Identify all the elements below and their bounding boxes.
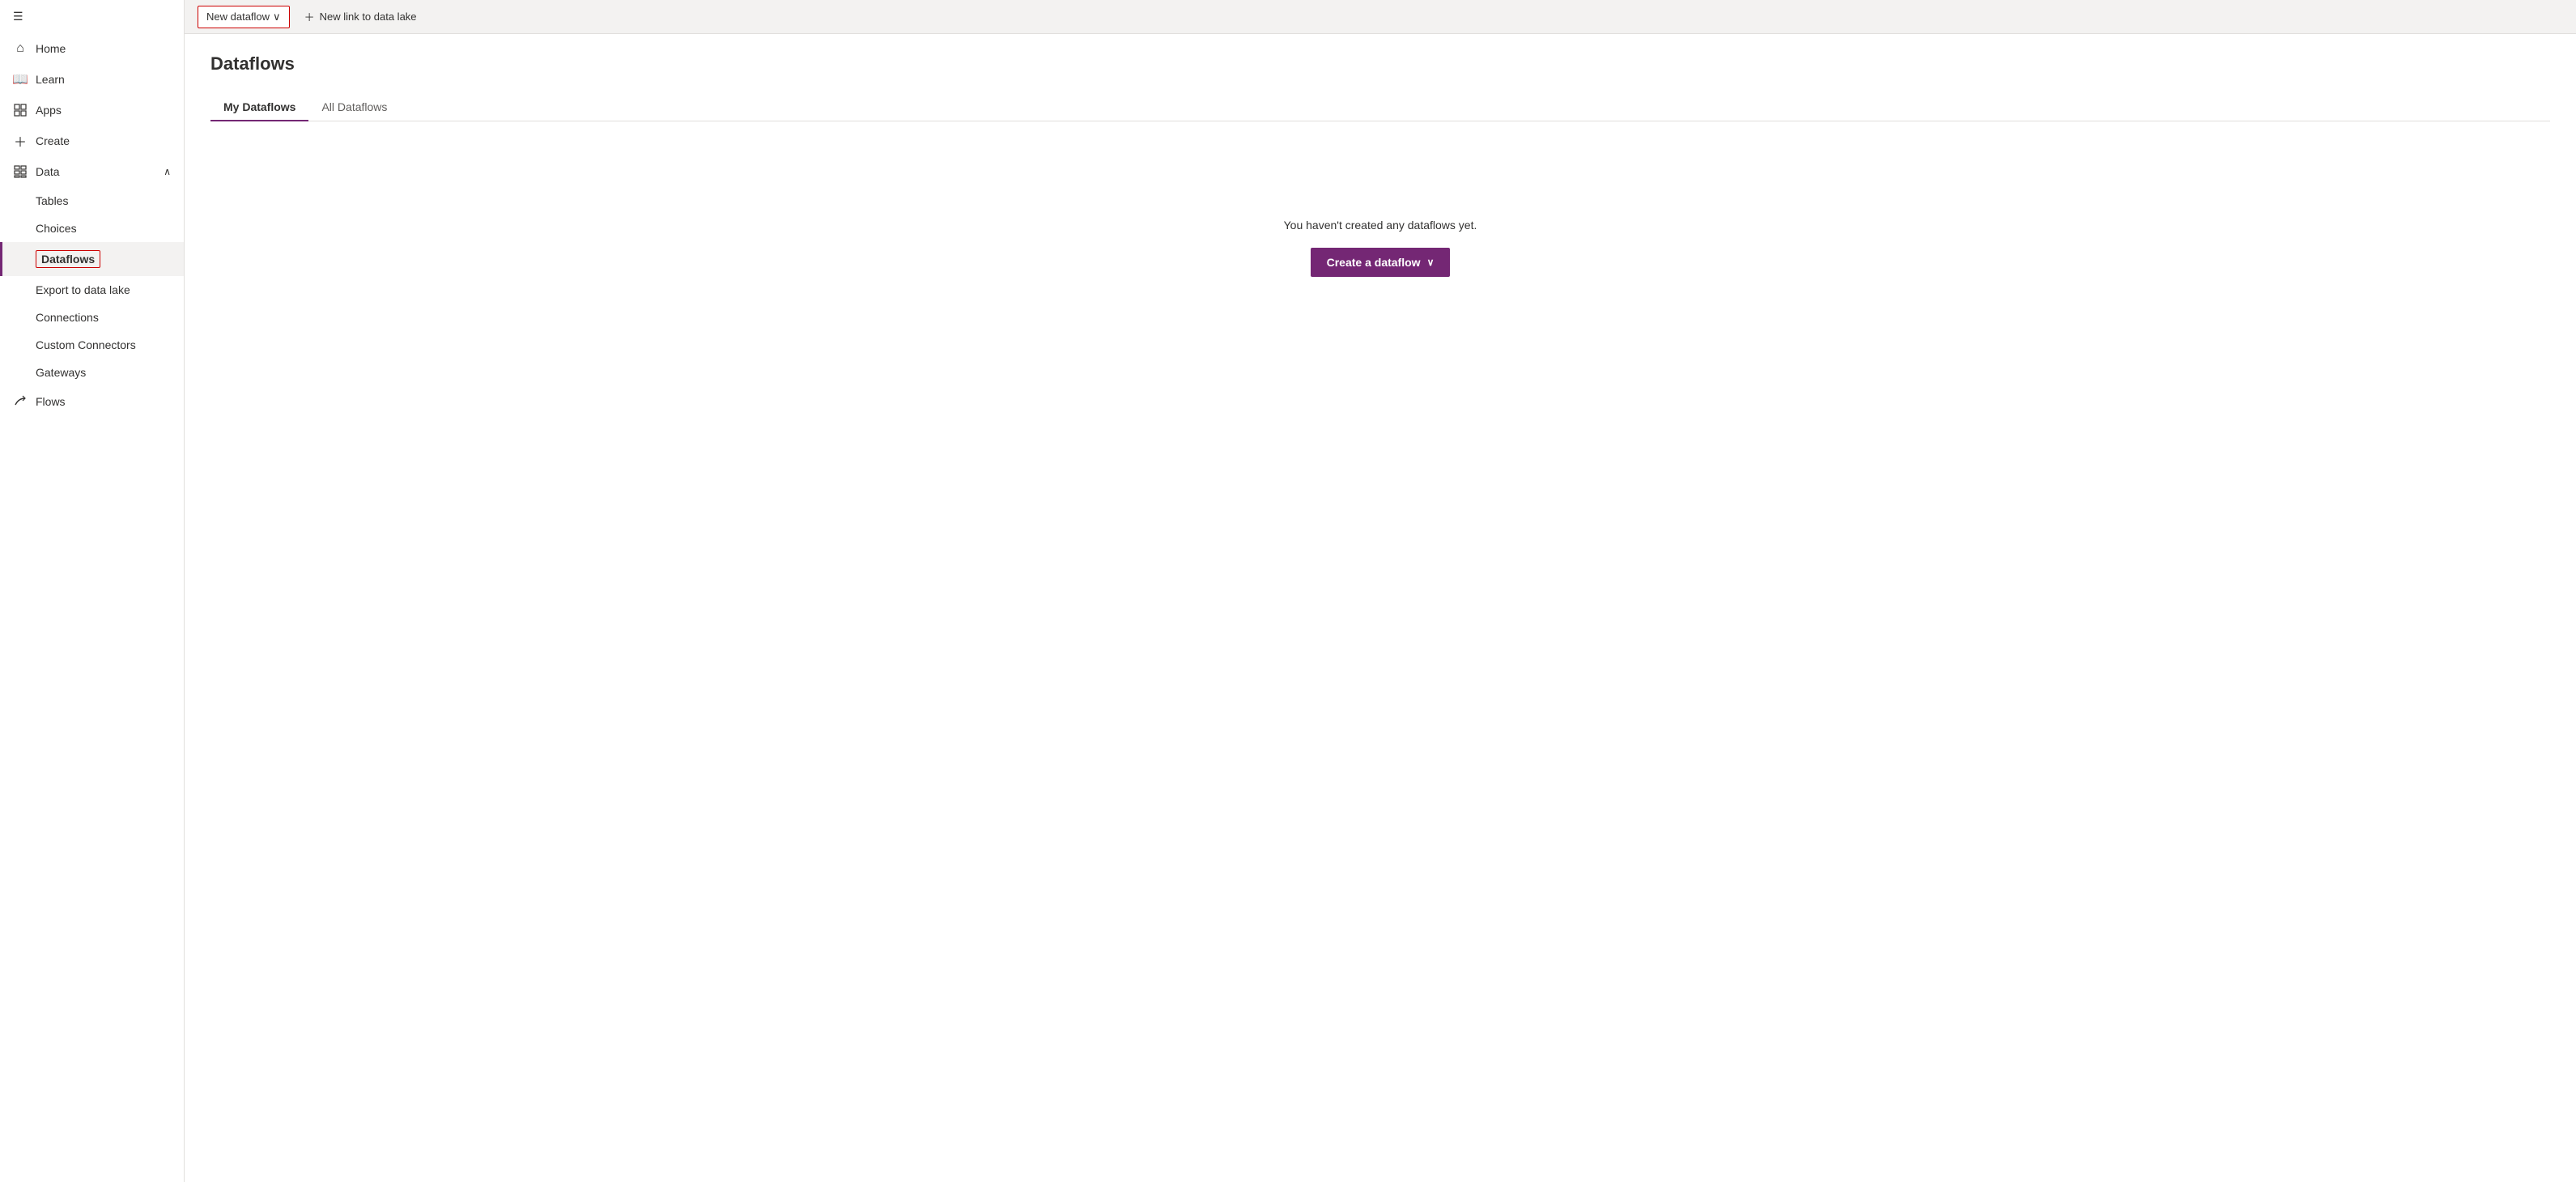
tables-label: Tables: [36, 194, 68, 207]
sidebar-item-learn-label: Learn: [36, 73, 65, 86]
empty-state: You haven't created any dataflows yet. C…: [210, 154, 2550, 342]
data-chevron-icon: ∧: [164, 166, 171, 177]
page-title: Dataflows: [210, 53, 2550, 74]
tab-all-dataflows-label: All Dataflows: [321, 100, 387, 113]
toolbar: New dataflow ∨ ＋ New link to data lake: [185, 0, 2576, 34]
new-link-button[interactable]: ＋ New link to data lake: [296, 5, 425, 28]
new-dataflow-button[interactable]: New dataflow ∨: [198, 6, 290, 28]
home-icon: ⌂: [13, 41, 28, 56]
sidebar-item-custom-connectors[interactable]: Custom Connectors: [0, 331, 184, 359]
choices-label: Choices: [36, 222, 77, 235]
flows-icon: [13, 394, 28, 409]
sidebar: ☰ ⌂ Home 📖 Learn Apps ＋ Create: [0, 0, 185, 1182]
dataflows-label: Dataflows: [36, 250, 100, 268]
sidebar-item-apps[interactable]: Apps: [0, 95, 184, 125]
new-dataflow-label: New dataflow: [206, 11, 270, 23]
sidebar-item-create-label: Create: [36, 134, 70, 147]
sidebar-item-choices[interactable]: Choices: [0, 215, 184, 242]
main-content: New dataflow ∨ ＋ New link to data lake D…: [185, 0, 2576, 1182]
sidebar-item-tables[interactable]: Tables: [0, 187, 184, 215]
gateways-label: Gateways: [36, 366, 86, 379]
menu-button[interactable]: ☰: [0, 0, 184, 33]
tab-all-dataflows[interactable]: All Dataflows: [308, 94, 400, 121]
empty-state-text: You haven't created any dataflows yet.: [1284, 219, 1477, 232]
apps-icon: [13, 103, 28, 117]
new-dataflow-chevron-icon: ∨: [273, 11, 281, 23]
sidebar-item-gateways[interactable]: Gateways: [0, 359, 184, 386]
tab-my-dataflows-label: My Dataflows: [223, 100, 295, 113]
create-dataflow-button[interactable]: Create a dataflow ∨: [1311, 248, 1451, 277]
sidebar-item-apps-label: Apps: [36, 104, 62, 117]
tab-my-dataflows[interactable]: My Dataflows: [210, 94, 308, 121]
content-area: Dataflows My Dataflows All Dataflows You…: [185, 34, 2576, 1182]
export-label: Export to data lake: [36, 283, 130, 296]
tabs: My Dataflows All Dataflows: [210, 94, 2550, 121]
sidebar-item-export[interactable]: Export to data lake: [0, 276, 184, 304]
create-dataflow-chevron-icon: ∨: [1427, 257, 1435, 268]
new-link-label: New link to data lake: [320, 11, 417, 23]
sidebar-item-flows[interactable]: Flows: [0, 386, 184, 417]
sidebar-item-home[interactable]: ⌂ Home: [0, 33, 184, 64]
learn-icon: 📖: [13, 72, 28, 87]
create-dataflow-label: Create a dataflow: [1327, 256, 1421, 269]
flows-label: Flows: [36, 395, 66, 408]
hamburger-icon: ☰: [13, 10, 23, 23]
new-link-plus-icon: ＋: [304, 9, 315, 24]
connections-label: Connections: [36, 311, 99, 324]
data-icon: [13, 164, 28, 179]
sidebar-item-connections[interactable]: Connections: [0, 304, 184, 331]
sidebar-item-home-label: Home: [36, 42, 66, 55]
sidebar-data-section[interactable]: Data ∧: [0, 156, 184, 187]
create-icon: ＋: [13, 134, 28, 148]
sidebar-item-create[interactable]: ＋ Create: [0, 125, 184, 156]
sidebar-item-learn[interactable]: 📖 Learn: [0, 64, 184, 95]
sidebar-item-dataflows[interactable]: Dataflows: [0, 242, 184, 276]
custom-connectors-label: Custom Connectors: [36, 338, 136, 351]
data-section-label: Data: [36, 165, 60, 178]
